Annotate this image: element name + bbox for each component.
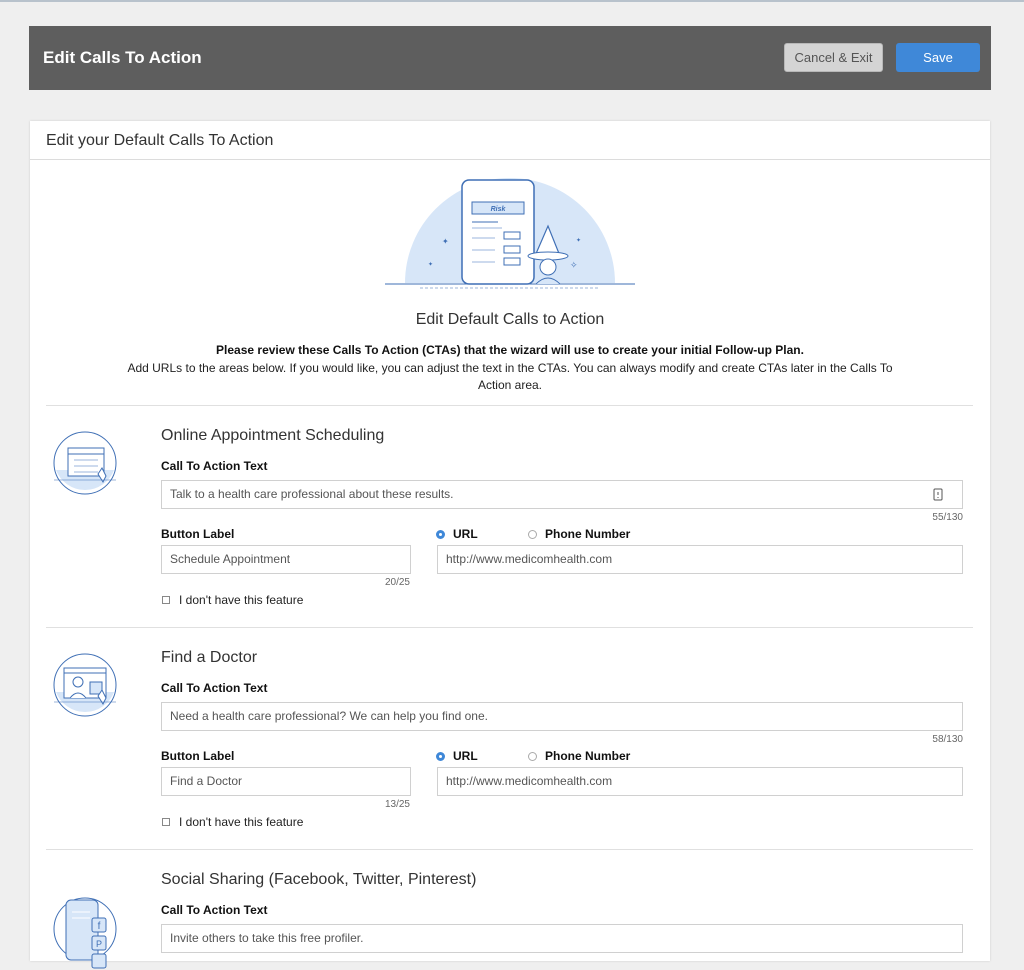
section-title: Find a Doctor bbox=[161, 649, 258, 666]
button-label-input[interactable]: Find a Doctor bbox=[161, 767, 411, 796]
cta-text-label: Call To Action Text bbox=[161, 459, 268, 473]
cta-card: Edit your Default Calls To Action Risk ✦… bbox=[30, 121, 990, 969]
no-feature-label: I don't have this feature bbox=[179, 593, 304, 607]
cta-section-social-sharing: f P Social Sharing (Facebook, Twitter, P… bbox=[30, 850, 990, 969]
cta-text-counter: 58/130 bbox=[932, 734, 963, 745]
no-feature-checkbox[interactable]: I don't have this feature bbox=[162, 815, 303, 829]
cta-text-input[interactable]: Need a health care professional? We can … bbox=[161, 702, 963, 731]
phone-radio[interactable]: Phone Number bbox=[528, 527, 630, 541]
page-header: Edit Calls To Action Cancel & Exit Save bbox=[29, 26, 991, 90]
cta-text-input[interactable]: Talk to a health care professional about… bbox=[161, 480, 963, 509]
url-radio-label: URL bbox=[453, 527, 478, 541]
phone-radio[interactable]: Phone Number bbox=[528, 749, 630, 763]
svg-text:✦: ✦ bbox=[576, 237, 581, 244]
doctor-screen-icon bbox=[53, 653, 117, 717]
url-radio-indicator[interactable] bbox=[436, 529, 445, 539]
button-label-label: Button Label bbox=[161, 749, 235, 763]
url-input[interactable]: http://www.medicomhealth.com bbox=[437, 767, 963, 796]
button-label-label: Button Label bbox=[161, 527, 235, 541]
cta-section-find-doctor: Find a Doctor Call To Action Text Need a… bbox=[30, 628, 990, 850]
svg-text:f: f bbox=[98, 921, 101, 932]
url-radio[interactable]: URL bbox=[436, 749, 478, 763]
no-feature-checkbox-box[interactable] bbox=[162, 596, 170, 604]
svg-text:✦: ✦ bbox=[442, 237, 449, 246]
cta-text-label: Call To Action Text bbox=[161, 903, 268, 917]
cta-text-value: Talk to a health care professional about… bbox=[170, 487, 454, 501]
page-title: Edit Calls To Action bbox=[43, 48, 202, 67]
intro-description: Add URLs to the areas below. If you woul… bbox=[127, 361, 893, 392]
phone-radio-indicator[interactable] bbox=[528, 529, 537, 539]
button-label-input[interactable]: Schedule Appointment bbox=[161, 545, 411, 574]
svg-text:✧: ✧ bbox=[570, 260, 578, 270]
no-feature-label: I don't have this feature bbox=[179, 815, 304, 829]
card-title: Edit your Default Calls To Action bbox=[46, 132, 274, 149]
button-label-counter: 13/25 bbox=[384, 799, 410, 810]
button-label-counter: 20/25 bbox=[384, 577, 410, 588]
section-title: Online Appointment Scheduling bbox=[161, 427, 385, 444]
section-title: Social Sharing (Facebook, Twitter, Pinte… bbox=[161, 871, 477, 888]
card-divider bbox=[30, 159, 990, 160]
social-phone-icon: f P bbox=[53, 897, 117, 969]
phone-radio-indicator[interactable] bbox=[528, 751, 537, 761]
cta-text-counter: 55/130 bbox=[932, 512, 963, 523]
wizard-phone-illustration: Risk ✦ ✧ ✦ ✦ bbox=[385, 178, 635, 289]
phone-radio-label: Phone Number bbox=[545, 749, 631, 763]
url-input[interactable]: http://www.medicomhealth.com bbox=[437, 545, 963, 574]
svg-text:P: P bbox=[96, 939, 102, 949]
cta-section-appointment: Online Appointment Scheduling Call To Ac… bbox=[30, 406, 990, 628]
cancel-exit-button[interactable]: Cancel & Exit bbox=[784, 43, 883, 72]
url-radio-indicator[interactable] bbox=[436, 751, 445, 761]
hero-risk-label: Risk bbox=[491, 206, 507, 213]
url-radio-label: URL bbox=[453, 749, 478, 763]
no-feature-checkbox-box[interactable] bbox=[162, 818, 170, 826]
intro-instruction: Please review these Calls To Action (CTA… bbox=[216, 343, 804, 357]
save-button[interactable]: Save bbox=[896, 43, 980, 72]
url-radio[interactable]: URL bbox=[436, 527, 478, 541]
svg-text:✦: ✦ bbox=[428, 261, 433, 268]
text-options-icon[interactable] bbox=[933, 488, 943, 501]
cta-text-label: Call To Action Text bbox=[161, 681, 268, 695]
phone-radio-label: Phone Number bbox=[545, 527, 631, 541]
calendar-click-icon bbox=[53, 431, 117, 495]
intro-title: Edit Default Calls to Action bbox=[415, 311, 605, 328]
cta-text-input[interactable]: Invite others to take this free profiler… bbox=[161, 924, 963, 953]
top-border bbox=[0, 0, 1024, 2]
no-feature-checkbox[interactable]: I don't have this feature bbox=[162, 593, 303, 607]
